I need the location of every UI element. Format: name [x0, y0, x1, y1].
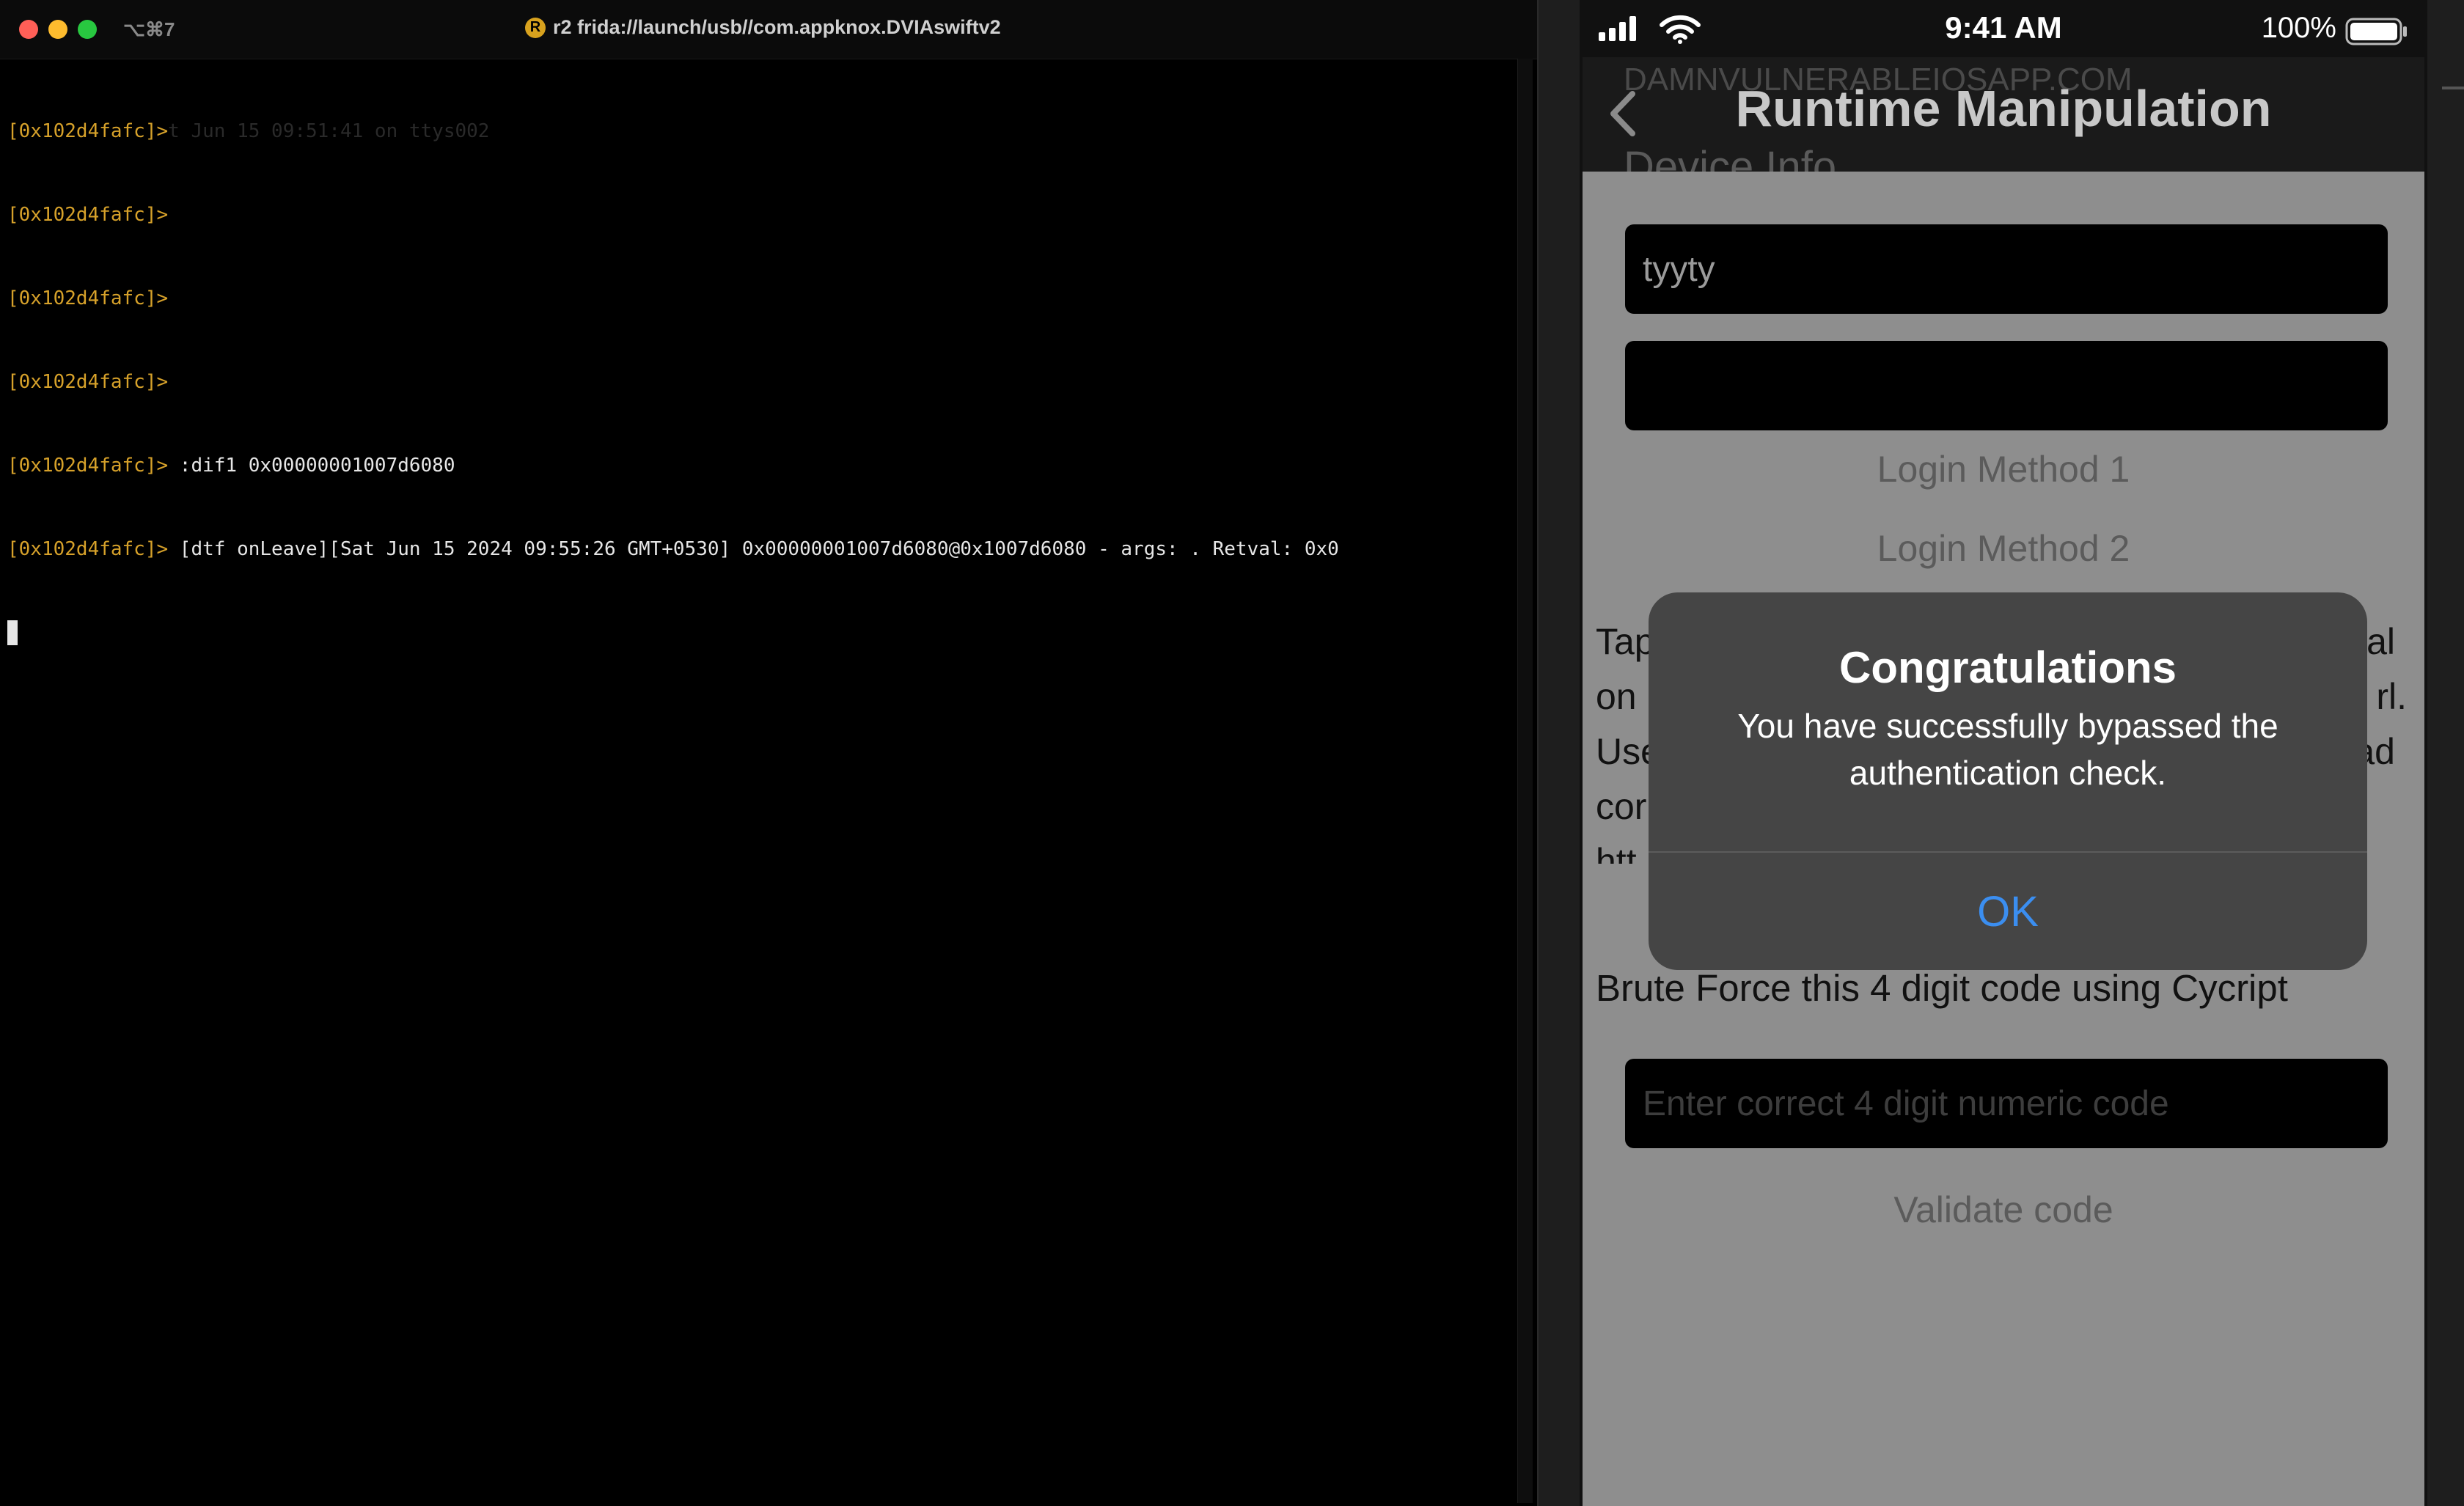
login-method-1-button[interactable]: Login Method 1 [1583, 447, 2424, 491]
info-line-right: al [2366, 621, 2395, 662]
congratulations-alert: Congratulations You have successfully by… [1649, 592, 2367, 970]
login-method-2-button[interactable]: Login Method 2 [1583, 526, 2424, 570]
username-input[interactable] [1625, 224, 2388, 314]
terminal-line: [0x102d4fafc]>t Jun 15 09:51:41 on ttys0… [7, 117, 1508, 145]
alert-ok-button[interactable]: OK [1649, 853, 2367, 970]
terminal-line: [0x102d4fafc]> [7, 368, 1508, 396]
minimize-window-button[interactable] [48, 20, 67, 39]
info-line-left: cor [1596, 786, 1647, 827]
navigation-bar: DAMNVULNERABLEIOSAPP.COM Device Info Run… [1583, 57, 2424, 172]
terminal-line: [0x102d4fafc]> [7, 201, 1508, 229]
maximize-window-button[interactable] [78, 20, 97, 39]
code-input[interactable] [1625, 1059, 2388, 1148]
terminal-prompt: [0x102d4fafc]> [7, 120, 169, 142]
edge-marker [2442, 87, 2464, 89]
ios-status-bar: 9:41 AM 100% [1583, 0, 2424, 57]
text-cursor [7, 620, 18, 645]
battery-icon [2345, 18, 2407, 45]
terminal-title: r2 frida://launch/usb//com.appknox.DVIAs… [553, 16, 1001, 38]
tab-shortcut-label: ⌥⌘7 [123, 18, 175, 40]
terminal-scrollbar[interactable] [1517, 59, 1533, 1503]
radare2-icon: R [525, 17, 546, 38]
terminal-line: [0x102d4fafc]> :dif1 0x00000001007d6080 [7, 452, 1508, 480]
info-line-left: on [1596, 676, 1637, 717]
terminal-titlebar[interactable]: ⌥⌘7 R r2 frida://launch/usb//com.appknox… [0, 0, 1537, 59]
close-window-button[interactable] [19, 20, 38, 39]
terminal-prompt: [0x102d4fafc]> [7, 538, 169, 560]
terminal-line [7, 619, 1508, 647]
terminal-prompt: [0x102d4fafc]> [7, 204, 169, 226]
page-title: Runtime Manipulation [1735, 80, 2272, 137]
alert-title: Congratulations [1839, 643, 2177, 692]
terminal-ghost-text: t Jun 15 09:51:41 on ttys002 [168, 120, 490, 142]
terminal-command-text: :dif1 0x00000001007d6080 [168, 455, 455, 477]
info-line-left: htt [1596, 841, 1637, 864]
password-input[interactable] [1625, 341, 2388, 430]
terminal-window[interactable]: ⌥⌘7 R r2 frida://launch/usb//com.appknox… [0, 0, 1539, 1506]
battery-percentage: 100% [2261, 12, 2336, 44]
ios-simulator-screen[interactable]: 9:41 AM 100% DAMNVULNERABLEIOSAPP.COM De… [1580, 0, 2427, 1506]
terminal-output-text: [dtf onLeave][Sat Jun 15 2024 09:55:26 G… [168, 538, 1339, 560]
brute-force-label: Brute Force this 4 digit code using Cycr… [1596, 967, 2288, 1009]
terminal-line: [0x102d4fafc]> [7, 284, 1508, 312]
terminal-title-group: R r2 frida://launch/usb//com.appknox.DVI… [525, 16, 1001, 39]
info-line-left: Tap [1596, 621, 1655, 662]
terminal-prompt: [0x102d4fafc]> [7, 455, 169, 477]
info-line-right: rl. [2376, 676, 2407, 717]
terminal-output[interactable]: [0x102d4fafc]>t Jun 15 09:51:41 on ttys0… [7, 62, 1508, 702]
alert-message: You have successfully bypassed the authe… [1737, 707, 2278, 792]
desktop-edge [2427, 0, 2464, 1506]
nav-subtitle: Device Info [1624, 143, 1837, 172]
terminal-line: [0x102d4fafc]> [dtf onLeave][Sat Jun 15 … [7, 535, 1508, 563]
terminal-prompt: [0x102d4fafc]> [7, 371, 169, 393]
validate-code-button[interactable]: Validate code [1583, 1188, 2424, 1232]
terminal-prompt: [0x102d4fafc]> [7, 287, 169, 309]
